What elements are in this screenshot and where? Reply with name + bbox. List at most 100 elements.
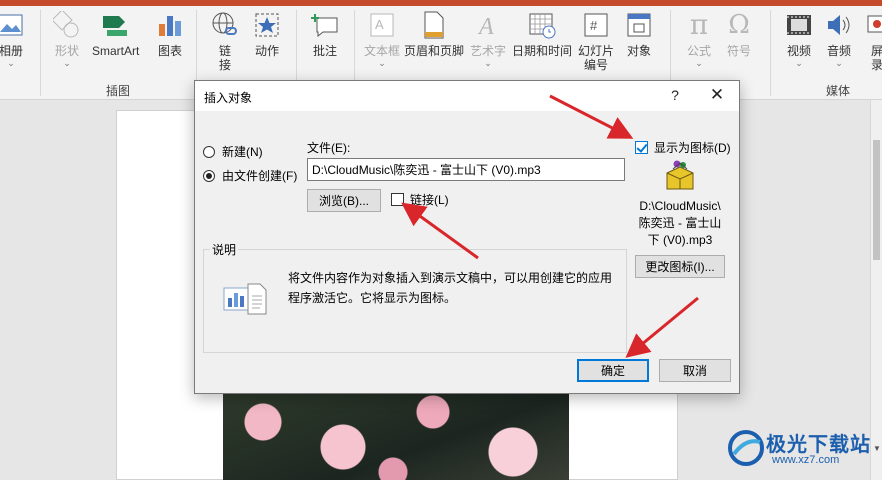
screen-recording-label: 屏 [870,44,882,58]
cancel-label: 取消 [682,364,707,378]
slide-number-label-line2: 编号 [584,58,609,72]
screen-recording-label-line2: 录 [870,58,882,72]
package-icon [663,159,697,193]
icon-caption-line: 下 (V0).mp3 [647,233,713,247]
ok-button[interactable]: 确定 [577,359,649,382]
wordart-label: 艺术字 [470,44,507,58]
audio-label: 音频 [826,44,851,58]
chevron-down-icon: ⌄ [484,58,492,68]
symbol-label: 符号 [726,44,751,58]
browse-button[interactable]: 浏览(B)... [307,189,381,212]
equation-button[interactable]: π 公式 ⌄ [684,10,714,69]
smartart-button[interactable]: SmartArt [92,10,139,58]
rose-photo[interactable] [223,392,569,480]
symbol-button[interactable]: Ω 符号 [724,10,754,58]
radio-circle [203,145,215,158]
comment-icon [310,10,340,40]
ribbon-separator [770,10,771,96]
insert-object-dialog: 插入对象 ? ✕ 新建(N) 由文件创建(F) 文件(E): 浏览(B)... … [194,80,740,394]
watermark-logo-icon [728,430,764,466]
star-action-icon [252,10,282,40]
object-label: 对象 [626,44,651,58]
object-button[interactable]: 对象 [624,10,654,58]
slide-number-label: 幻灯片 [578,44,615,58]
action-button[interactable]: 动作 [252,10,282,58]
icon-caption: D:\CloudMusic\ 陈奕迅 - 富士山 下 (V0).mp3 [625,198,735,249]
link-label-line2: 接 [218,58,231,72]
film-icon [784,10,814,40]
display-as-icon-label: 显示为图标(D) [654,141,731,155]
svg-text:#: # [590,18,598,33]
audio-button[interactable]: 音频 ⌄ [824,10,854,68]
change-icon-button[interactable]: 更改图标(I)... [635,255,725,278]
svg-text:A: A [477,14,494,38]
help-button[interactable]: ? [667,87,683,103]
calendar-clock-icon [527,10,557,40]
comment-button[interactable]: 批注 [310,10,340,58]
chart-button[interactable]: 图表 [155,10,185,58]
shapes-icon [52,10,82,40]
textbox-button[interactable]: A 文本框 ⌄ [364,10,400,68]
datetime-button[interactable]: 日期和时间 [512,10,572,58]
chevron-down-icon: ⌄ [7,58,15,68]
textbox-icon: A [367,10,397,40]
checkbox-checked [635,141,648,154]
checkbox-box [391,193,404,206]
link-checkbox-label: 链接(L) [410,193,449,207]
embedded-document-icon [222,280,270,320]
link-button[interactable]: 链 接 [210,10,240,72]
shapes-label: 形状 [54,44,79,58]
file-label: 文件(E): [307,141,351,155]
create-new-label: 新建(N) [222,145,263,159]
screen-record-icon [862,10,882,40]
create-new-radio[interactable]: 新建(N) [203,143,263,160]
change-icon-label: 更改图标(I)... [645,260,715,274]
link-label: 链 [218,44,231,58]
description-group: 说明 将文件内容作为对象插入到演示文稿中，可以用创建它的应用程序激活它。它将显示… [203,241,627,353]
header-footer-icon [419,10,449,40]
display-as-icon-checkbox[interactable]: 显示为图标(D) [635,139,731,156]
description-legend: 说明 [210,241,239,258]
textbox-label: 文本框 [364,44,401,58]
chevron-down-icon: ⌄ [378,58,386,68]
equation-label: 公式 [686,44,711,58]
slide-number-button[interactable]: # 幻灯片 编号 [578,10,614,72]
scrollbar-thumb[interactable] [873,140,880,260]
site-watermark: 极光下载站 www.xz7.com [724,424,880,474]
object-icon [624,10,654,40]
album-label: 相册 [0,44,23,58]
slide-number-icon: # [581,10,611,40]
chart-label: 图表 [157,44,182,58]
illustrations-group-label: 插图 [106,84,131,98]
file-path-input[interactable] [307,158,625,181]
ok-label: 确定 [600,364,625,378]
dialog-title: 插入对象 [204,91,253,105]
dialog-titlebar: 插入对象 ? ✕ [195,81,739,111]
vertical-scrollbar[interactable]: ▼ [870,100,882,480]
action-label: 动作 [254,44,279,58]
speaker-icon [824,10,854,40]
close-button[interactable]: ✕ [707,85,727,105]
datetime-label: 日期和时间 [512,44,573,58]
photo-album-icon [0,10,26,40]
cancel-button[interactable]: 取消 [659,359,731,382]
media-group-label: 媒体 [826,84,851,98]
chevron-down-icon: ⌄ [695,58,703,68]
smartart-label: SmartArt [92,44,140,58]
radio-circle-selected [203,169,215,182]
video-button[interactable]: 视频 ⌄ [784,10,814,68]
album-button[interactable]: 相册 ⌄ [0,10,26,68]
wordart-icon: A [473,10,503,40]
create-from-file-label: 由文件创建(F) [222,169,298,183]
shapes-button[interactable]: 形状 ⌄ [52,10,82,68]
header-footer-button[interactable]: 页眉和页脚 [404,10,464,58]
omega-icon: Ω [728,10,750,40]
watermark-title: 极光下载站 [766,434,871,456]
wordart-button[interactable]: A 艺术字 ⌄ [470,10,506,68]
screen-recording-button[interactable]: 屏 录 [862,10,882,72]
globe-link-icon [210,10,240,40]
link-checkbox[interactable]: 链接(L) [391,191,449,208]
chevron-down-icon: ⌄ [835,58,843,68]
create-from-file-radio[interactable]: 由文件创建(F) [203,167,297,184]
description-text: 将文件内容作为对象插入到演示文稿中，可以用创建它的应用程序激活它。它将显示为图标… [288,271,613,305]
